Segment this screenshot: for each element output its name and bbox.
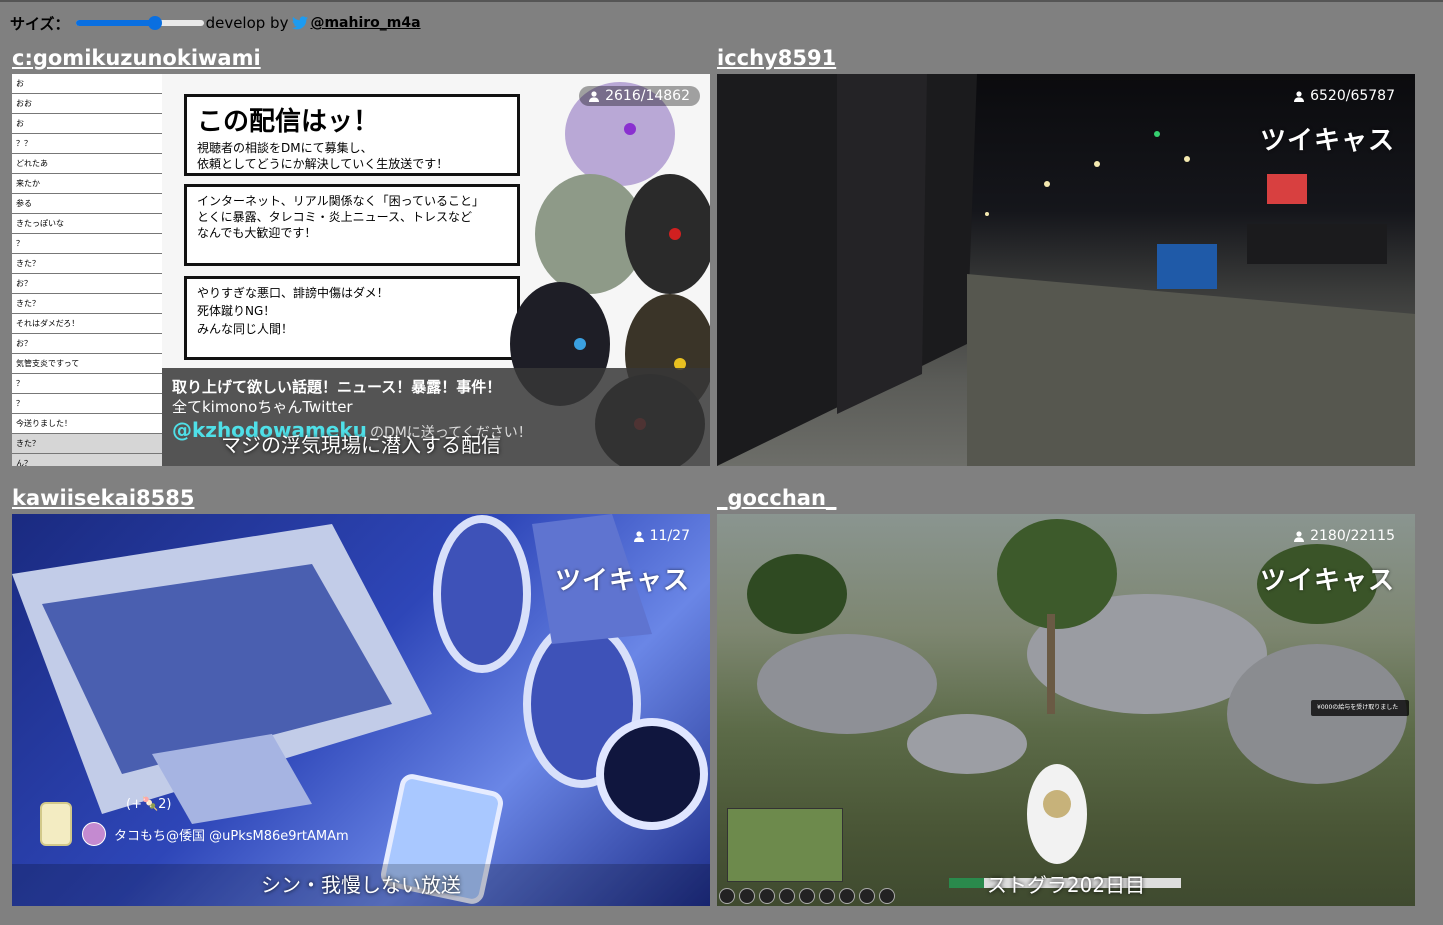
- twitcasting-logo: ツイキャス: [554, 566, 690, 596]
- board-line: やりすぎな悪口、誹謗中傷はダメ！: [197, 286, 389, 300]
- stream-name-link[interactable]: icchy8591: [717, 44, 1415, 74]
- stream-cell: _gocchan_ ¥000の給与を受け取りました 2180/22115 ツイキ…: [717, 484, 1415, 906]
- info-board-3: やりすぎな悪口、誹謗中傷はダメ！ 死体蹴りNG！ みんな同じ人間！: [184, 276, 520, 360]
- twitter-bird-icon: [292, 16, 309, 30]
- viewer-count: 2616/14862: [605, 88, 690, 104]
- comment-row: お？: [12, 334, 162, 354]
- comment-row: 来たか: [12, 174, 162, 194]
- size-slider[interactable]: [75, 16, 204, 30]
- person-icon: [633, 530, 644, 542]
- comment-list: おおおお？？ どれたあ 来たか 参る きたっぽいな？きた？ お？ きた？ それはダメだろ！ お？…: [12, 74, 162, 466]
- comment-row: お: [12, 74, 162, 94]
- comment-row: ？: [12, 374, 162, 394]
- board-line: みんな同じ人間！: [197, 322, 294, 336]
- viewer-count-badge: 11/27: [624, 526, 700, 546]
- board-line: なんでも大歓迎です！: [197, 226, 317, 240]
- twitter-link[interactable]: @mahiro_m4a: [310, 15, 420, 31]
- board-line: インターネット、リアル関係なく「困っていること」: [197, 194, 485, 208]
- person-icon: [1294, 530, 1305, 542]
- info-board-2: インターネット、リアル関係なく「困っていること」 とくに暴露、タレコミ・炎上ニュ…: [184, 184, 520, 266]
- stream-name-link[interactable]: c:gomikuzunokiwami: [12, 44, 710, 74]
- board-line: 死体蹴りNG！: [197, 304, 276, 318]
- stream-name-link[interactable]: _gocchan_: [717, 484, 1415, 514]
- viewer-count: 11/27: [649, 528, 690, 544]
- comment-row: きた？: [12, 254, 162, 274]
- top-border: [0, 0, 1443, 2]
- gift-user: タコもち@倭国 @uPksM86e9rtAMAm: [82, 822, 349, 846]
- comment-row: お: [12, 114, 162, 134]
- stream-name-link[interactable]: kawiisekai8585: [12, 484, 710, 514]
- size-label: サイズ：: [10, 14, 70, 33]
- avatar: [82, 822, 106, 846]
- stream-cell: icchy8591 6520/65787 ツイキャス: [717, 44, 1415, 466]
- comment-row: きたっぽいな: [12, 214, 162, 234]
- viewer-count: 6520/65787: [1310, 88, 1395, 104]
- comment-row: お？: [12, 274, 162, 294]
- size-slider-thumb[interactable]: [147, 16, 162, 30]
- stream-player[interactable]: 6520/65787 ツイキャス: [717, 74, 1415, 466]
- size-slider-fill: [75, 20, 155, 26]
- comment-row: ？？: [12, 134, 162, 154]
- gift-text: (+🍡2) タコもち@倭国 @uPksM86e9rtAMAm: [82, 797, 349, 846]
- toolbar: サイズ： develop by @mahiro_m4a: [10, 10, 421, 36]
- stream-cell: c:gomikuzunokiwami おおおお？？ どれたあ 来たか 参る きたっぽいな…: [12, 44, 710, 466]
- stream-caption: シン・我慢しない放送: [261, 873, 461, 897]
- viewer-count: 2180/22115: [1310, 528, 1395, 544]
- game-notice: ¥000の給与を受け取りました: [1311, 700, 1409, 716]
- person-icon: [589, 90, 600, 102]
- stream-caption: マジの浮気現場に潜入する配信: [221, 433, 501, 457]
- viewer-count-badge: 2616/14862: [579, 86, 700, 106]
- comment-row: おお: [12, 94, 162, 114]
- comment-row: ？: [12, 394, 162, 414]
- board-line: とくに暴露、タレコミ・炎上ニュース、トレスなど: [197, 210, 473, 224]
- gift-notification: (+🍡2) タコもち@倭国 @uPksM86e9rtAMAm: [40, 797, 349, 846]
- board-line: 視聴者の相談をDMにて募集し、: [197, 141, 373, 155]
- develop-by-label: develop by: [205, 14, 289, 32]
- board-title: この配信はッ！: [197, 107, 380, 137]
- gift-user-name: タコもち@倭国 @uPksM86e9rtAMAm: [114, 828, 349, 844]
- banner-line: 取り上げて欲しい話題！ニュース！暴露！事件！: [172, 378, 502, 396]
- board-line: 依頼としてどうにか解決していく生放送です！: [197, 157, 449, 171]
- viewer-count-badge: 2180/22115: [1284, 526, 1405, 546]
- twitcasting-logo: ツイキャス: [1259, 126, 1395, 156]
- twitcasting-logo: ツイキャス: [1259, 566, 1395, 596]
- stream-player[interactable]: おおおお？？ どれたあ 来たか 参る きたっぽいな？きた？ お？ きた？ それはダメだろ！ お？…: [12, 74, 710, 466]
- person-icon: [1294, 90, 1305, 102]
- gift-cup-icon: [40, 802, 72, 846]
- comment-row: 参る: [12, 194, 162, 214]
- stream-thumbnail: この配信はッ！ 視聴者の相談をDMにて募集し、 依頼としてどうにか解決していく生…: [162, 74, 710, 466]
- comment-row: どれたあ: [12, 154, 162, 174]
- comment-row: 気管支炎ですって: [12, 354, 162, 374]
- viewer-count-badge: 6520/65787: [1284, 86, 1405, 106]
- stream-caption: ストグラ202日目: [986, 873, 1146, 897]
- comment-row: ？: [12, 234, 162, 254]
- stream-cell: kawiisekai8585 11/27 ツイキャス (+🍡2) タコもち@倭国…: [12, 484, 710, 906]
- comment-row: きた？: [12, 294, 162, 314]
- stream-player[interactable]: 11/27 ツイキャス (+🍡2) タコもち@倭国 @uPksM86e9rtAM…: [12, 514, 710, 906]
- gift-count: (+🍡2): [126, 797, 172, 812]
- comment-row: それはダメだろ！: [12, 314, 162, 334]
- stream-player[interactable]: ¥000の給与を受け取りました 2180/22115 ツイキャス ストグラ202…: [717, 514, 1415, 906]
- info-board-1: この配信はッ！ 視聴者の相談をDMにて募集し、 依頼としてどうにか解決していく生…: [184, 94, 520, 176]
- banner-line: 全てkimonoちゃんTwitter: [172, 398, 353, 416]
